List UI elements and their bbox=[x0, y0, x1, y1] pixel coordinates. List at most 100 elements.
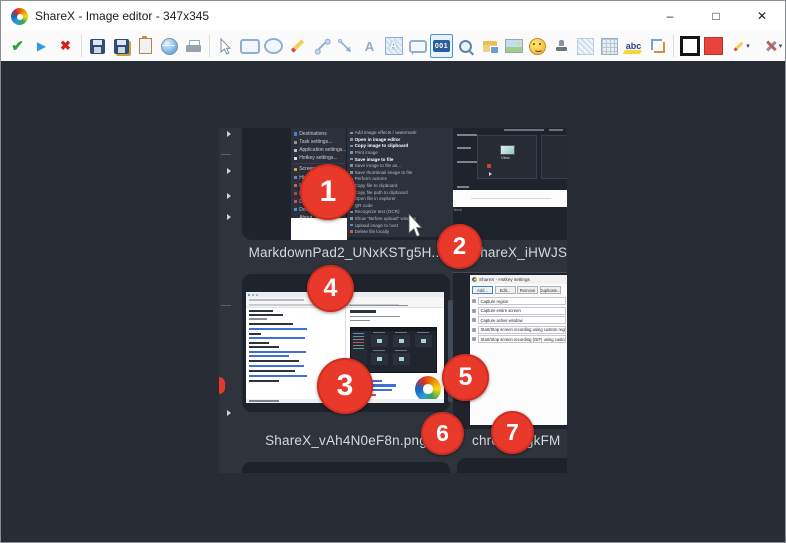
wrench-icon bbox=[765, 40, 777, 52]
title-bar: ShareX - Image editor - 347x345 – □ ✕ bbox=[1, 1, 785, 31]
emoji-tool[interactable] bbox=[526, 34, 549, 58]
clipped-thumbnail bbox=[457, 458, 567, 473]
tools-dropdown[interactable]: ▾ bbox=[758, 34, 786, 58]
minimize-button[interactable]: – bbox=[647, 1, 693, 31]
highlight-icon: abc bbox=[625, 41, 642, 51]
rectangle-icon bbox=[239, 38, 260, 54]
image-file-icon bbox=[482, 40, 499, 54]
clipped-thumbnail bbox=[242, 462, 450, 473]
thumbnail-caption: ShareX_vAh4N0eF8n.png bbox=[265, 433, 427, 448]
pencil-icon bbox=[290, 39, 305, 53]
about-fragment: bout bbox=[454, 207, 462, 212]
view-label: View bbox=[501, 155, 510, 160]
image-file-tool[interactable] bbox=[478, 34, 501, 58]
text-background-icon: A bbox=[384, 37, 403, 55]
step-annotation-4[interactable]: 4 bbox=[307, 265, 354, 312]
step-annotation-1[interactable]: 1 bbox=[300, 164, 356, 220]
thumbnail-caption: ShareX_iHWJS bbox=[471, 245, 567, 260]
editor-toolbar: ✔ ▶ ✖ A A 001 abc ▾ ▾ bbox=[1, 31, 785, 61]
smiley-icon bbox=[529, 37, 546, 55]
step-counter-icon: 001 bbox=[433, 40, 450, 52]
cancel-button[interactable]: ✖ bbox=[54, 34, 77, 58]
window-title: ShareX - Image editor - 347x345 bbox=[35, 9, 210, 23]
separator bbox=[209, 35, 210, 57]
line-icon bbox=[315, 40, 328, 52]
view-monitor-icon bbox=[500, 145, 515, 155]
maximize-button[interactable]: □ bbox=[693, 1, 739, 31]
close-button[interactable]: ✕ bbox=[739, 1, 785, 31]
step-number-tool[interactable]: 001 bbox=[430, 34, 453, 58]
floppy-saveas-icon bbox=[114, 38, 129, 54]
crop-tool[interactable] bbox=[646, 34, 669, 58]
pixelate-tool[interactable] bbox=[598, 34, 621, 58]
printer-icon bbox=[186, 39, 201, 53]
sharex-image-editor-window: ShareX - Image editor - 347x345 – □ ✕ ✔ … bbox=[0, 0, 786, 543]
picture-icon bbox=[504, 39, 523, 53]
continue-button[interactable]: ▶ bbox=[30, 34, 53, 58]
pixelate-icon bbox=[601, 37, 618, 55]
hotkey-buttons: Add... Edit... Remove Duplicate... bbox=[472, 286, 561, 294]
thumbnail-caption: MarkdownPad2_UNxKSTg5H... bbox=[248, 245, 444, 260]
hotkey-window-title: ShareX - Hotkey settings bbox=[479, 277, 530, 282]
play-icon: ▶ bbox=[36, 39, 47, 53]
upload-button[interactable] bbox=[158, 34, 181, 58]
print-button[interactable] bbox=[182, 34, 205, 58]
step-annotation-6[interactable]: 6 bbox=[421, 412, 464, 455]
clipped-red-marker bbox=[219, 377, 225, 394]
fill-color-swatch[interactable] bbox=[702, 34, 725, 58]
white-strip bbox=[453, 190, 567, 207]
select-tool[interactable] bbox=[214, 34, 237, 58]
speech-bubble-tool[interactable] bbox=[406, 34, 429, 58]
ellipse-tool[interactable] bbox=[262, 34, 285, 58]
arrow-tool[interactable] bbox=[334, 34, 357, 58]
border-color-icon bbox=[679, 36, 700, 56]
hotkey-settings-preview: ShareX - Hotkey settings Add... Edit... … bbox=[470, 275, 567, 425]
rectangle-tool[interactable] bbox=[238, 34, 261, 58]
crop-icon bbox=[650, 39, 665, 53]
pencil-icon bbox=[733, 41, 744, 51]
highlight-tool[interactable]: abc bbox=[622, 34, 645, 58]
step-annotation-3[interactable]: 3 bbox=[317, 358, 373, 414]
step-annotation-2[interactable]: 2 bbox=[437, 224, 482, 269]
context-submenu-preview: Add image effects / watermark Open in im… bbox=[347, 128, 451, 237]
white-area bbox=[291, 218, 347, 240]
cursor-icon bbox=[220, 37, 232, 55]
editor-canvas[interactable]: Destinations Task settings... Applicatio… bbox=[1, 61, 785, 542]
pencil-options-dropdown[interactable]: ▾ bbox=[726, 34, 757, 58]
ellipse-icon bbox=[264, 38, 283, 54]
magnify-tool[interactable] bbox=[454, 34, 477, 58]
mouse-cursor bbox=[408, 213, 423, 238]
arrow-icon bbox=[338, 38, 351, 52]
copy-clipboard-button[interactable] bbox=[134, 34, 157, 58]
apply-button[interactable]: ✔ bbox=[6, 34, 29, 58]
globe-icon bbox=[161, 37, 178, 55]
save-as-button[interactable] bbox=[110, 34, 133, 58]
step-annotation-5[interactable]: 5 bbox=[442, 354, 489, 401]
freehand-tool[interactable] bbox=[286, 34, 309, 58]
separator bbox=[81, 35, 82, 57]
blur-icon bbox=[577, 37, 594, 55]
text-icon: A bbox=[364, 38, 375, 54]
floppy-icon bbox=[90, 38, 105, 54]
blur-tool[interactable] bbox=[574, 34, 597, 58]
separator bbox=[673, 35, 674, 57]
speech-bubble-icon bbox=[408, 39, 427, 55]
chevron-down-icon: ▾ bbox=[746, 43, 750, 50]
step-annotation-7[interactable]: 7 bbox=[491, 411, 534, 454]
x-icon: ✖ bbox=[60, 38, 71, 53]
edited-image[interactable]: Destinations Task settings... Applicatio… bbox=[219, 128, 567, 473]
magnifier-icon bbox=[459, 39, 472, 53]
fill-color-icon bbox=[704, 37, 723, 55]
stamp-icon bbox=[555, 39, 568, 53]
line-tool[interactable] bbox=[310, 34, 333, 58]
cursor-stamp-tool[interactable] bbox=[550, 34, 573, 58]
sharex-logo-icon bbox=[11, 8, 28, 25]
check-icon: ✔ bbox=[11, 38, 24, 55]
image-insert-tool[interactable] bbox=[502, 34, 525, 58]
save-button[interactable] bbox=[86, 34, 109, 58]
text-background-tool[interactable]: A bbox=[382, 34, 405, 58]
text-tool[interactable]: A bbox=[358, 34, 381, 58]
chevron-down-icon: ▾ bbox=[778, 43, 783, 50]
clipboard-icon bbox=[139, 36, 152, 54]
border-color-swatch[interactable] bbox=[678, 34, 701, 58]
